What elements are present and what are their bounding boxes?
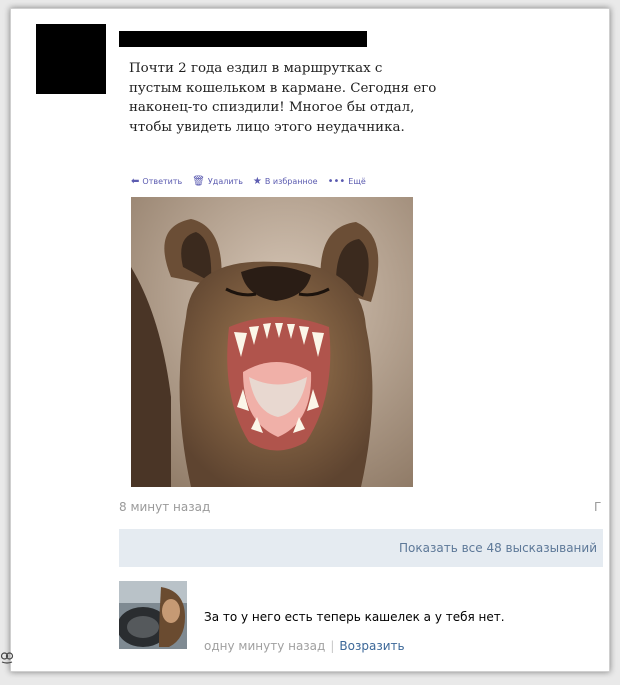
commenter-avatar[interactable] [119,581,187,649]
trash-icon: 🗑 [192,175,205,187]
favorite-action-label: В избранное [264,177,318,186]
post-text-line: наконец-то спиздили! Многое бы отдал, [129,100,415,115]
post-timestamp[interactable]: 8 минут назад [119,500,210,514]
show-all-comments-button[interactable]: Показать все 48 высказываний [119,529,603,567]
delete-action-label: Удалить [207,177,243,186]
star-icon: ★ [252,175,262,187]
post-actions: ⬅ Ответить 🗑 Удалить ★ В избранное ••• Е… [131,175,366,187]
post-text-line: чтобы увидеть лицо этого неудачника. [129,119,405,135]
post-photo-hyena[interactable] [131,197,413,487]
reply-arrow-icon: ⬅ [131,175,140,187]
more-action[interactable]: ••• Ещё [327,175,366,187]
delete-action[interactable]: 🗑 Удалить [192,175,243,187]
comment-reply-link[interactable]: Возразить [339,639,404,653]
comment-separator: | [330,639,335,653]
author-name-redacted[interactable] [119,31,367,47]
more-action-label: Ещё [348,177,366,186]
reply-action-label: Ответить [142,177,183,186]
comment-meta: одну минуту назад | Возразить [204,639,405,653]
author-avatar-redacted[interactable] [36,24,106,94]
show-all-label: Показать все 48 высказываний [399,541,597,555]
post-text-line: Почти 2 года ездил в маршрутках с [129,61,383,76]
post-frame: Почти 2 года ездил в маршрутках с пустым… [10,8,610,672]
comment-text: За то у него есть теперь кашелек а у теб… [204,610,505,624]
favorite-action[interactable]: ★ В избранное [252,175,318,187]
dots-icon: ••• [327,175,346,187]
comment-time[interactable]: одну минуту назад [204,639,325,653]
post-text: Почти 2 года ездил в маршрутках с пустым… [129,59,489,137]
reply-action[interactable]: ⬅ Ответить [131,175,183,187]
owl-icon [0,650,14,668]
corner-glyph: Г [594,500,602,514]
post-text-line: пустым кошельком в кармане. Сегодня его [129,80,437,96]
